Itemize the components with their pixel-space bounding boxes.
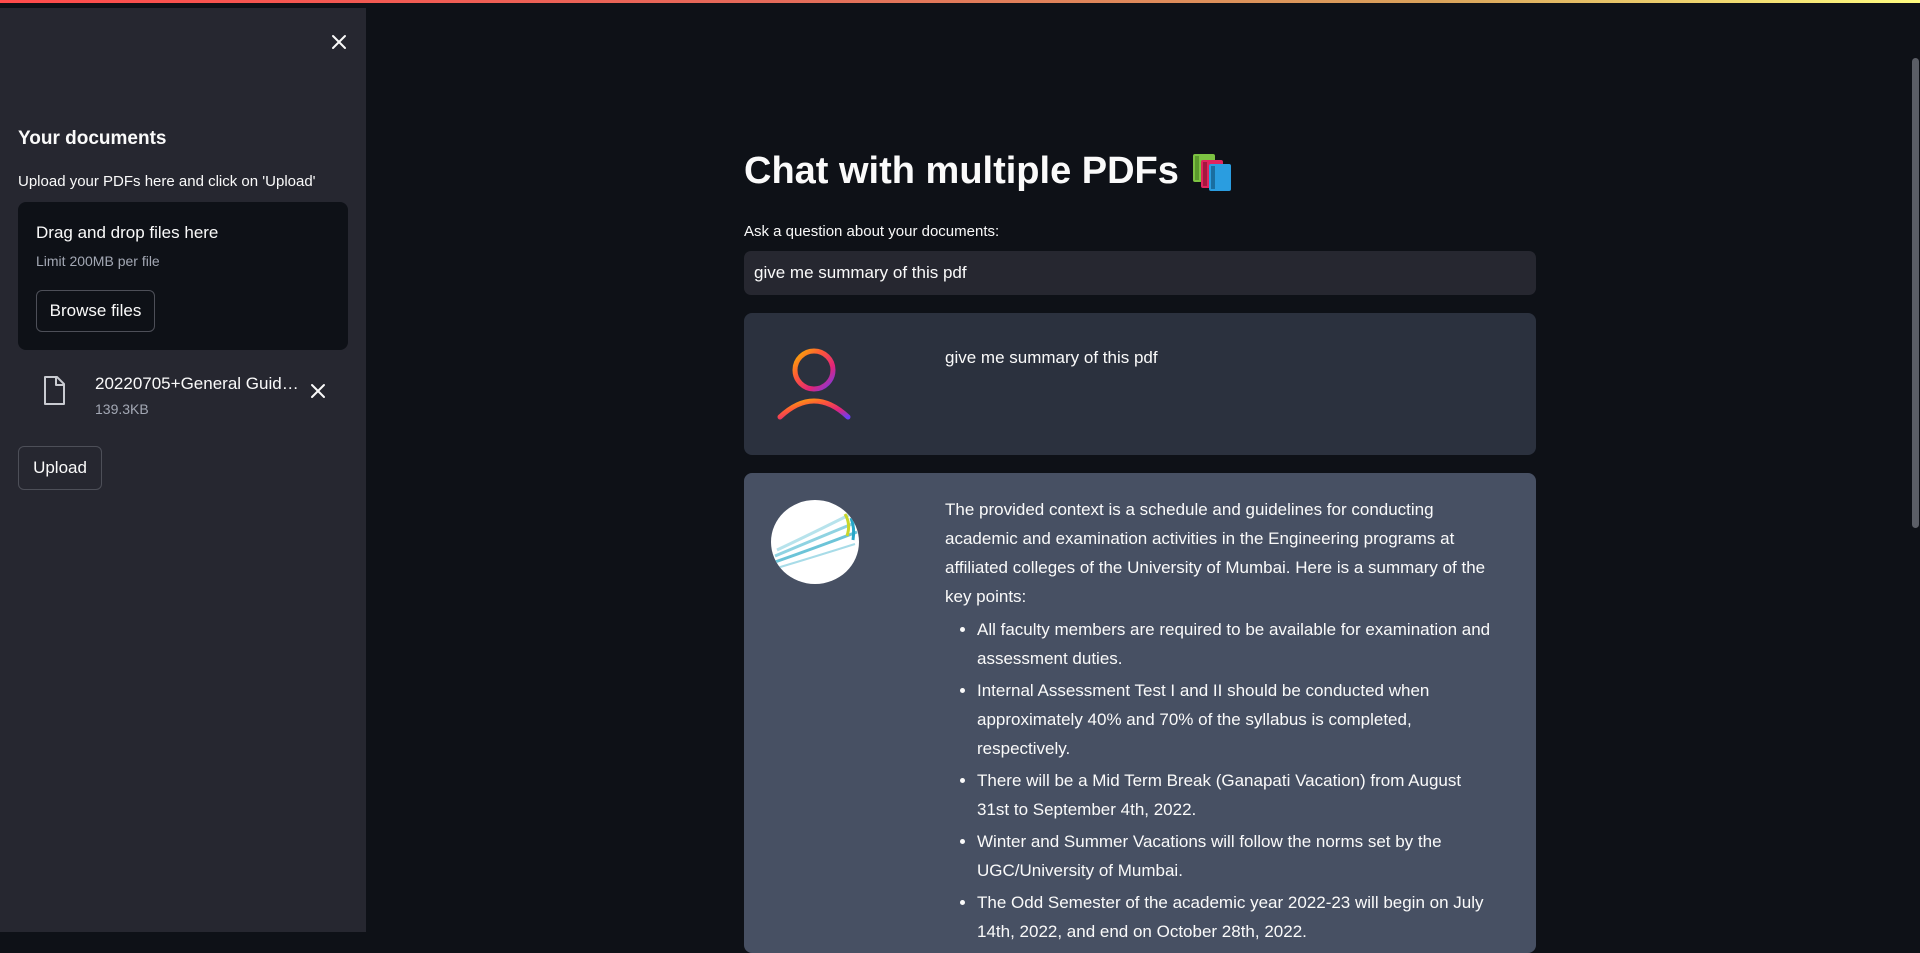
file-dropzone[interactable]: Drag and drop files here Limit 200MB per…: [18, 202, 348, 350]
books-icon: [1192, 153, 1231, 191]
user-message: give me summary of this pdf: [744, 313, 1536, 455]
dropzone-limit: Limit 200MB per file: [36, 253, 160, 269]
sidebar-close-button[interactable]: [325, 28, 353, 56]
question-label: Ask a question about your documents:: [744, 223, 1000, 240]
upload-button[interactable]: Upload: [18, 446, 102, 490]
browse-files-button[interactable]: Browse files: [36, 290, 155, 332]
question-input[interactable]: [744, 251, 1536, 295]
sidebar: Your documents Upload your PDFs here and…: [0, 8, 366, 932]
bot-message-intro: The provided context is a schedule and g…: [945, 500, 1486, 606]
top-decoration-bar: [0, 0, 1920, 8]
page-title: Chat with multiple PDFs: [744, 150, 1235, 193]
main-content: Chat with multiple PDFs Ask a question a…: [366, 8, 1920, 953]
bot-message-text: The provided context is a schedule and g…: [945, 495, 1493, 949]
list-item: There will be a Mid Term Break (Ganapati…: [977, 766, 1493, 824]
upload-label: Upload your PDFs here and click on 'Uplo…: [18, 173, 316, 190]
page-scrollbar[interactable]: [1912, 58, 1919, 528]
list-item: The Odd Semester of the academic year 20…: [977, 888, 1493, 946]
list-item: Winter and Summer Vacations will follow …: [977, 827, 1493, 885]
user-avatar-icon: [777, 348, 851, 420]
remove-file-button[interactable]: [305, 378, 331, 404]
list-item: All faculty members are required to be a…: [977, 615, 1493, 673]
close-icon: [311, 384, 325, 398]
list-item: Internal Assessment Test I and II should…: [977, 676, 1493, 763]
file-size: 139.3KB: [95, 401, 149, 417]
sidebar-title: Your documents: [18, 128, 167, 149]
page-title-text: Chat with multiple PDFs: [744, 150, 1179, 192]
file-icon: [44, 376, 65, 405]
dropzone-title: Drag and drop files here: [36, 223, 219, 242]
file-name: 20220705+General Guidel...: [95, 374, 305, 393]
user-message-text: give me summary of this pdf: [945, 348, 1158, 367]
uploaded-file: 20220705+General Guidel... 139.3KB: [18, 364, 348, 424]
bot-message: The provided context is a schedule and g…: [744, 473, 1536, 953]
close-icon: [332, 35, 346, 49]
bot-avatar-icon: [771, 500, 859, 584]
bot-message-bullets: All faculty members are required to be a…: [945, 615, 1493, 946]
